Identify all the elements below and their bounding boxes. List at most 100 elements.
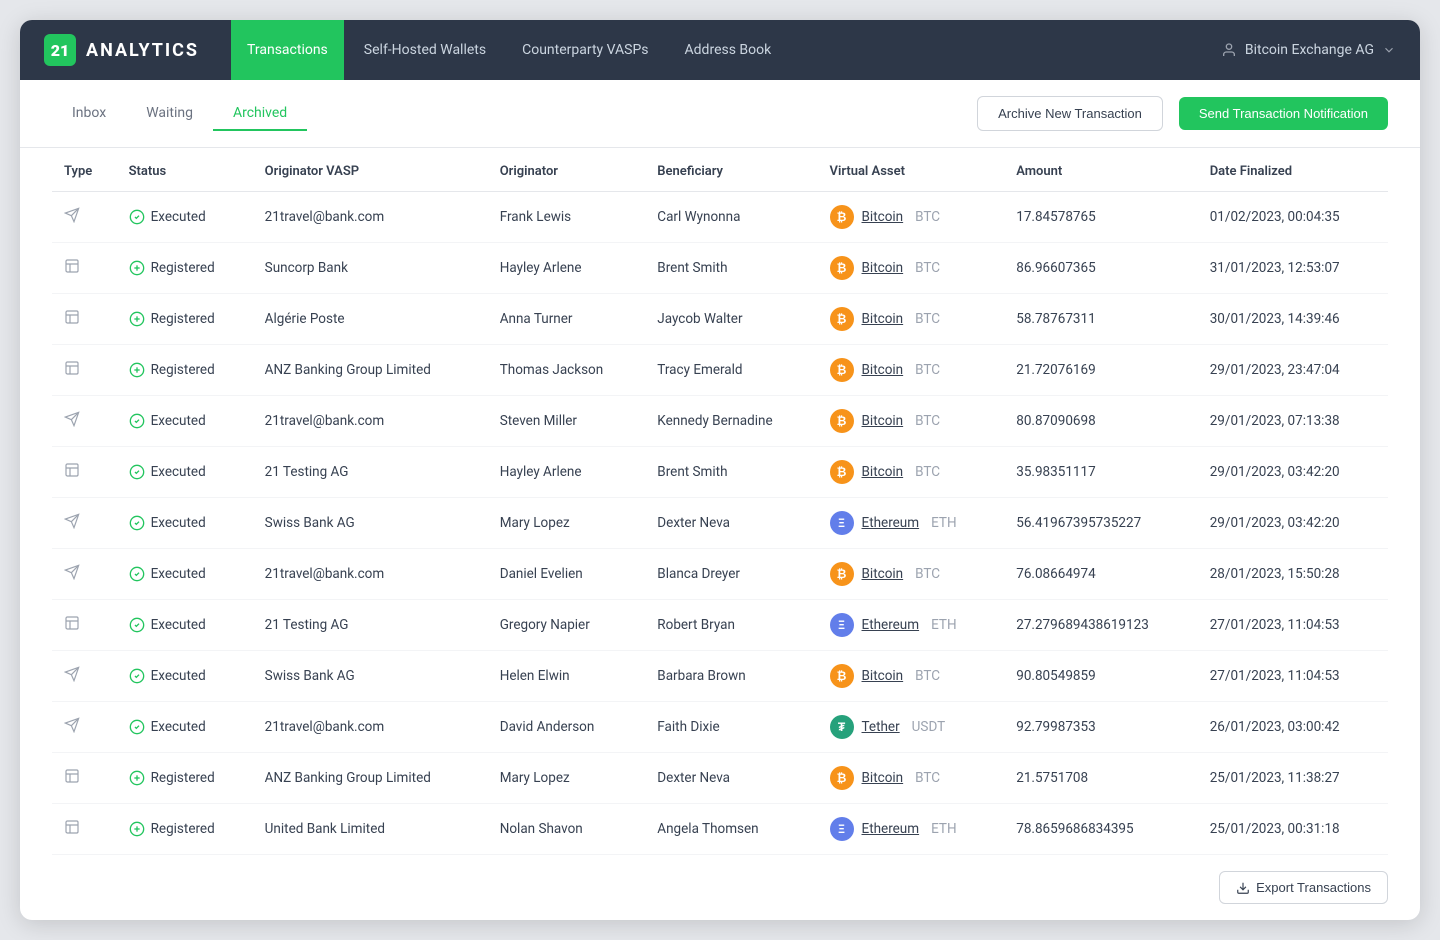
cell-originator: Thomas Jackson: [488, 345, 646, 396]
cell-beneficiary: Tracy Emerald: [645, 345, 817, 396]
app-container: 21 ANALYTICS Transactions Self-Hosted Wa…: [20, 20, 1420, 920]
cell-date: 27/01/2023, 11:04:53: [1198, 651, 1388, 702]
cell-virtual-asset: ₿ Bitcoin BTC: [818, 549, 1005, 600]
asset-name[interactable]: Bitcoin: [862, 260, 904, 276]
plus-circle-icon: [129, 260, 145, 276]
table-row[interactable]: Registered ANZ Banking Group Limited Tho…: [52, 345, 1388, 396]
nav-user-name: Bitcoin Exchange AG: [1245, 42, 1374, 58]
check-circle-icon: [129, 209, 145, 225]
table-row[interactable]: Registered United Bank Limited Nolan Sha…: [52, 804, 1388, 855]
nav-link-transactions[interactable]: Transactions: [231, 20, 344, 80]
cell-originator-vasp: ANZ Banking Group Limited: [253, 345, 488, 396]
asset-name[interactable]: Ethereum: [862, 515, 920, 531]
col-beneficiary: Beneficiary: [645, 148, 817, 192]
table-row[interactable]: Executed 21travel@bank.com Steven Miller…: [52, 396, 1388, 447]
table-row[interactable]: Executed Swiss Bank AG Helen Elwin Barba…: [52, 651, 1388, 702]
cell-virtual-asset: Ξ Ethereum ETH: [818, 600, 1005, 651]
cell-virtual-asset: ₮ Tether USDT: [818, 702, 1005, 753]
asset-icon: Ξ: [830, 817, 854, 841]
cell-beneficiary: Jaycob Walter: [645, 294, 817, 345]
type-icon: [64, 770, 80, 788]
asset-icon: Ξ: [830, 511, 854, 535]
asset-icon: ₮: [830, 715, 854, 739]
col-date: Date Finalized: [1198, 148, 1388, 192]
chevron-down-icon: [1382, 43, 1396, 57]
cell-amount: 27.279689438619123: [1004, 600, 1197, 651]
table-header-row: Type Status Originator VASP Originator B…: [52, 148, 1388, 192]
check-circle-icon: [129, 515, 145, 531]
type-icon: [64, 311, 80, 329]
asset-name[interactable]: Bitcoin: [862, 209, 904, 225]
table-row[interactable]: Executed 21travel@bank.com David Anderso…: [52, 702, 1388, 753]
cell-type: [52, 651, 117, 702]
cell-beneficiary: Brent Smith: [645, 243, 817, 294]
asset-name[interactable]: Ethereum: [862, 821, 920, 837]
type-icon: [64, 464, 80, 482]
cell-type: [52, 243, 117, 294]
cell-amount: 17.84578765: [1004, 192, 1197, 243]
type-icon: [64, 362, 80, 380]
table-row[interactable]: Executed 21 Testing AG Hayley Arlene Bre…: [52, 447, 1388, 498]
cell-type: [52, 600, 117, 651]
table-row[interactable]: Executed Swiss Bank AG Mary Lopez Dexter…: [52, 498, 1388, 549]
archive-new-transaction-button[interactable]: Archive New Transaction: [977, 96, 1163, 131]
cell-virtual-asset: Ξ Ethereum ETH: [818, 498, 1005, 549]
table-wrap: Type Status Originator VASP Originator B…: [20, 148, 1420, 855]
type-icon: [64, 719, 80, 737]
tab-waiting[interactable]: Waiting: [126, 97, 213, 131]
toolbar: Inbox Waiting Archived Archive New Trans…: [20, 80, 1420, 148]
asset-name[interactable]: Bitcoin: [862, 770, 904, 786]
asset-name[interactable]: Bitcoin: [862, 362, 904, 378]
asset-name[interactable]: Bitcoin: [862, 413, 904, 429]
cell-date: 29/01/2023, 07:13:38: [1198, 396, 1388, 447]
nav-link-addressbook[interactable]: Address Book: [669, 20, 788, 80]
table-row[interactable]: Registered ANZ Banking Group Limited Mar…: [52, 753, 1388, 804]
cell-type: [52, 753, 117, 804]
asset-ticker: USDT: [912, 719, 946, 735]
table-row[interactable]: Registered Suncorp Bank Hayley Arlene Br…: [52, 243, 1388, 294]
status-label: Executed: [151, 464, 206, 480]
cell-originator-vasp: 21 Testing AG: [253, 447, 488, 498]
cell-status: Executed: [117, 447, 253, 498]
table-row[interactable]: Registered Algérie Poste Anna Turner Jay…: [52, 294, 1388, 345]
table-row[interactable]: Executed 21 Testing AG Gregory Napier Ro…: [52, 600, 1388, 651]
table-row[interactable]: Executed 21travel@bank.com Daniel Evelie…: [52, 549, 1388, 600]
asset-ticker: BTC: [915, 311, 940, 327]
asset-ticker: BTC: [915, 566, 940, 582]
asset-name[interactable]: Tether: [862, 719, 900, 735]
cell-type: [52, 702, 117, 753]
asset-name[interactable]: Bitcoin: [862, 464, 904, 480]
cell-date: 30/01/2023, 14:39:46: [1198, 294, 1388, 345]
asset-name[interactable]: Ethereum: [862, 617, 920, 633]
tab-inbox[interactable]: Inbox: [52, 97, 126, 131]
table-row[interactable]: Executed 21travel@bank.com Frank Lewis C…: [52, 192, 1388, 243]
status-label: Registered: [151, 362, 215, 378]
cell-status: Registered: [117, 753, 253, 804]
status-label: Registered: [151, 260, 215, 276]
type-icon: [64, 209, 80, 227]
cell-originator: Helen Elwin: [488, 651, 646, 702]
asset-icon: ₿: [830, 205, 854, 229]
cell-originator: Daniel Evelien: [488, 549, 646, 600]
nav-link-selfhosted[interactable]: Self-Hosted Wallets: [348, 20, 502, 80]
export-transactions-button[interactable]: Export Transactions: [1219, 871, 1388, 904]
nav-user[interactable]: Bitcoin Exchange AG: [1221, 42, 1396, 58]
asset-name[interactable]: Bitcoin: [862, 668, 904, 684]
cell-date: 28/01/2023, 15:50:28: [1198, 549, 1388, 600]
cell-date: 01/02/2023, 00:04:35: [1198, 192, 1388, 243]
asset-ticker: BTC: [915, 362, 940, 378]
asset-ticker: ETH: [931, 515, 957, 531]
nav-link-counterparty[interactable]: Counterparty VASPs: [506, 20, 664, 80]
cell-status: Registered: [117, 345, 253, 396]
check-circle-icon: [129, 566, 145, 582]
cell-originator-vasp: Swiss Bank AG: [253, 651, 488, 702]
cell-virtual-asset: ₿ Bitcoin BTC: [818, 753, 1005, 804]
send-transaction-notification-button[interactable]: Send Transaction Notification: [1179, 97, 1388, 130]
asset-name[interactable]: Bitcoin: [862, 566, 904, 582]
asset-name[interactable]: Bitcoin: [862, 311, 904, 327]
tab-archived[interactable]: Archived: [213, 97, 307, 131]
asset-icon: ₿: [830, 460, 854, 484]
cell-amount: 92.79987353: [1004, 702, 1197, 753]
asset-ticker: BTC: [915, 770, 940, 786]
cell-type: [52, 498, 117, 549]
